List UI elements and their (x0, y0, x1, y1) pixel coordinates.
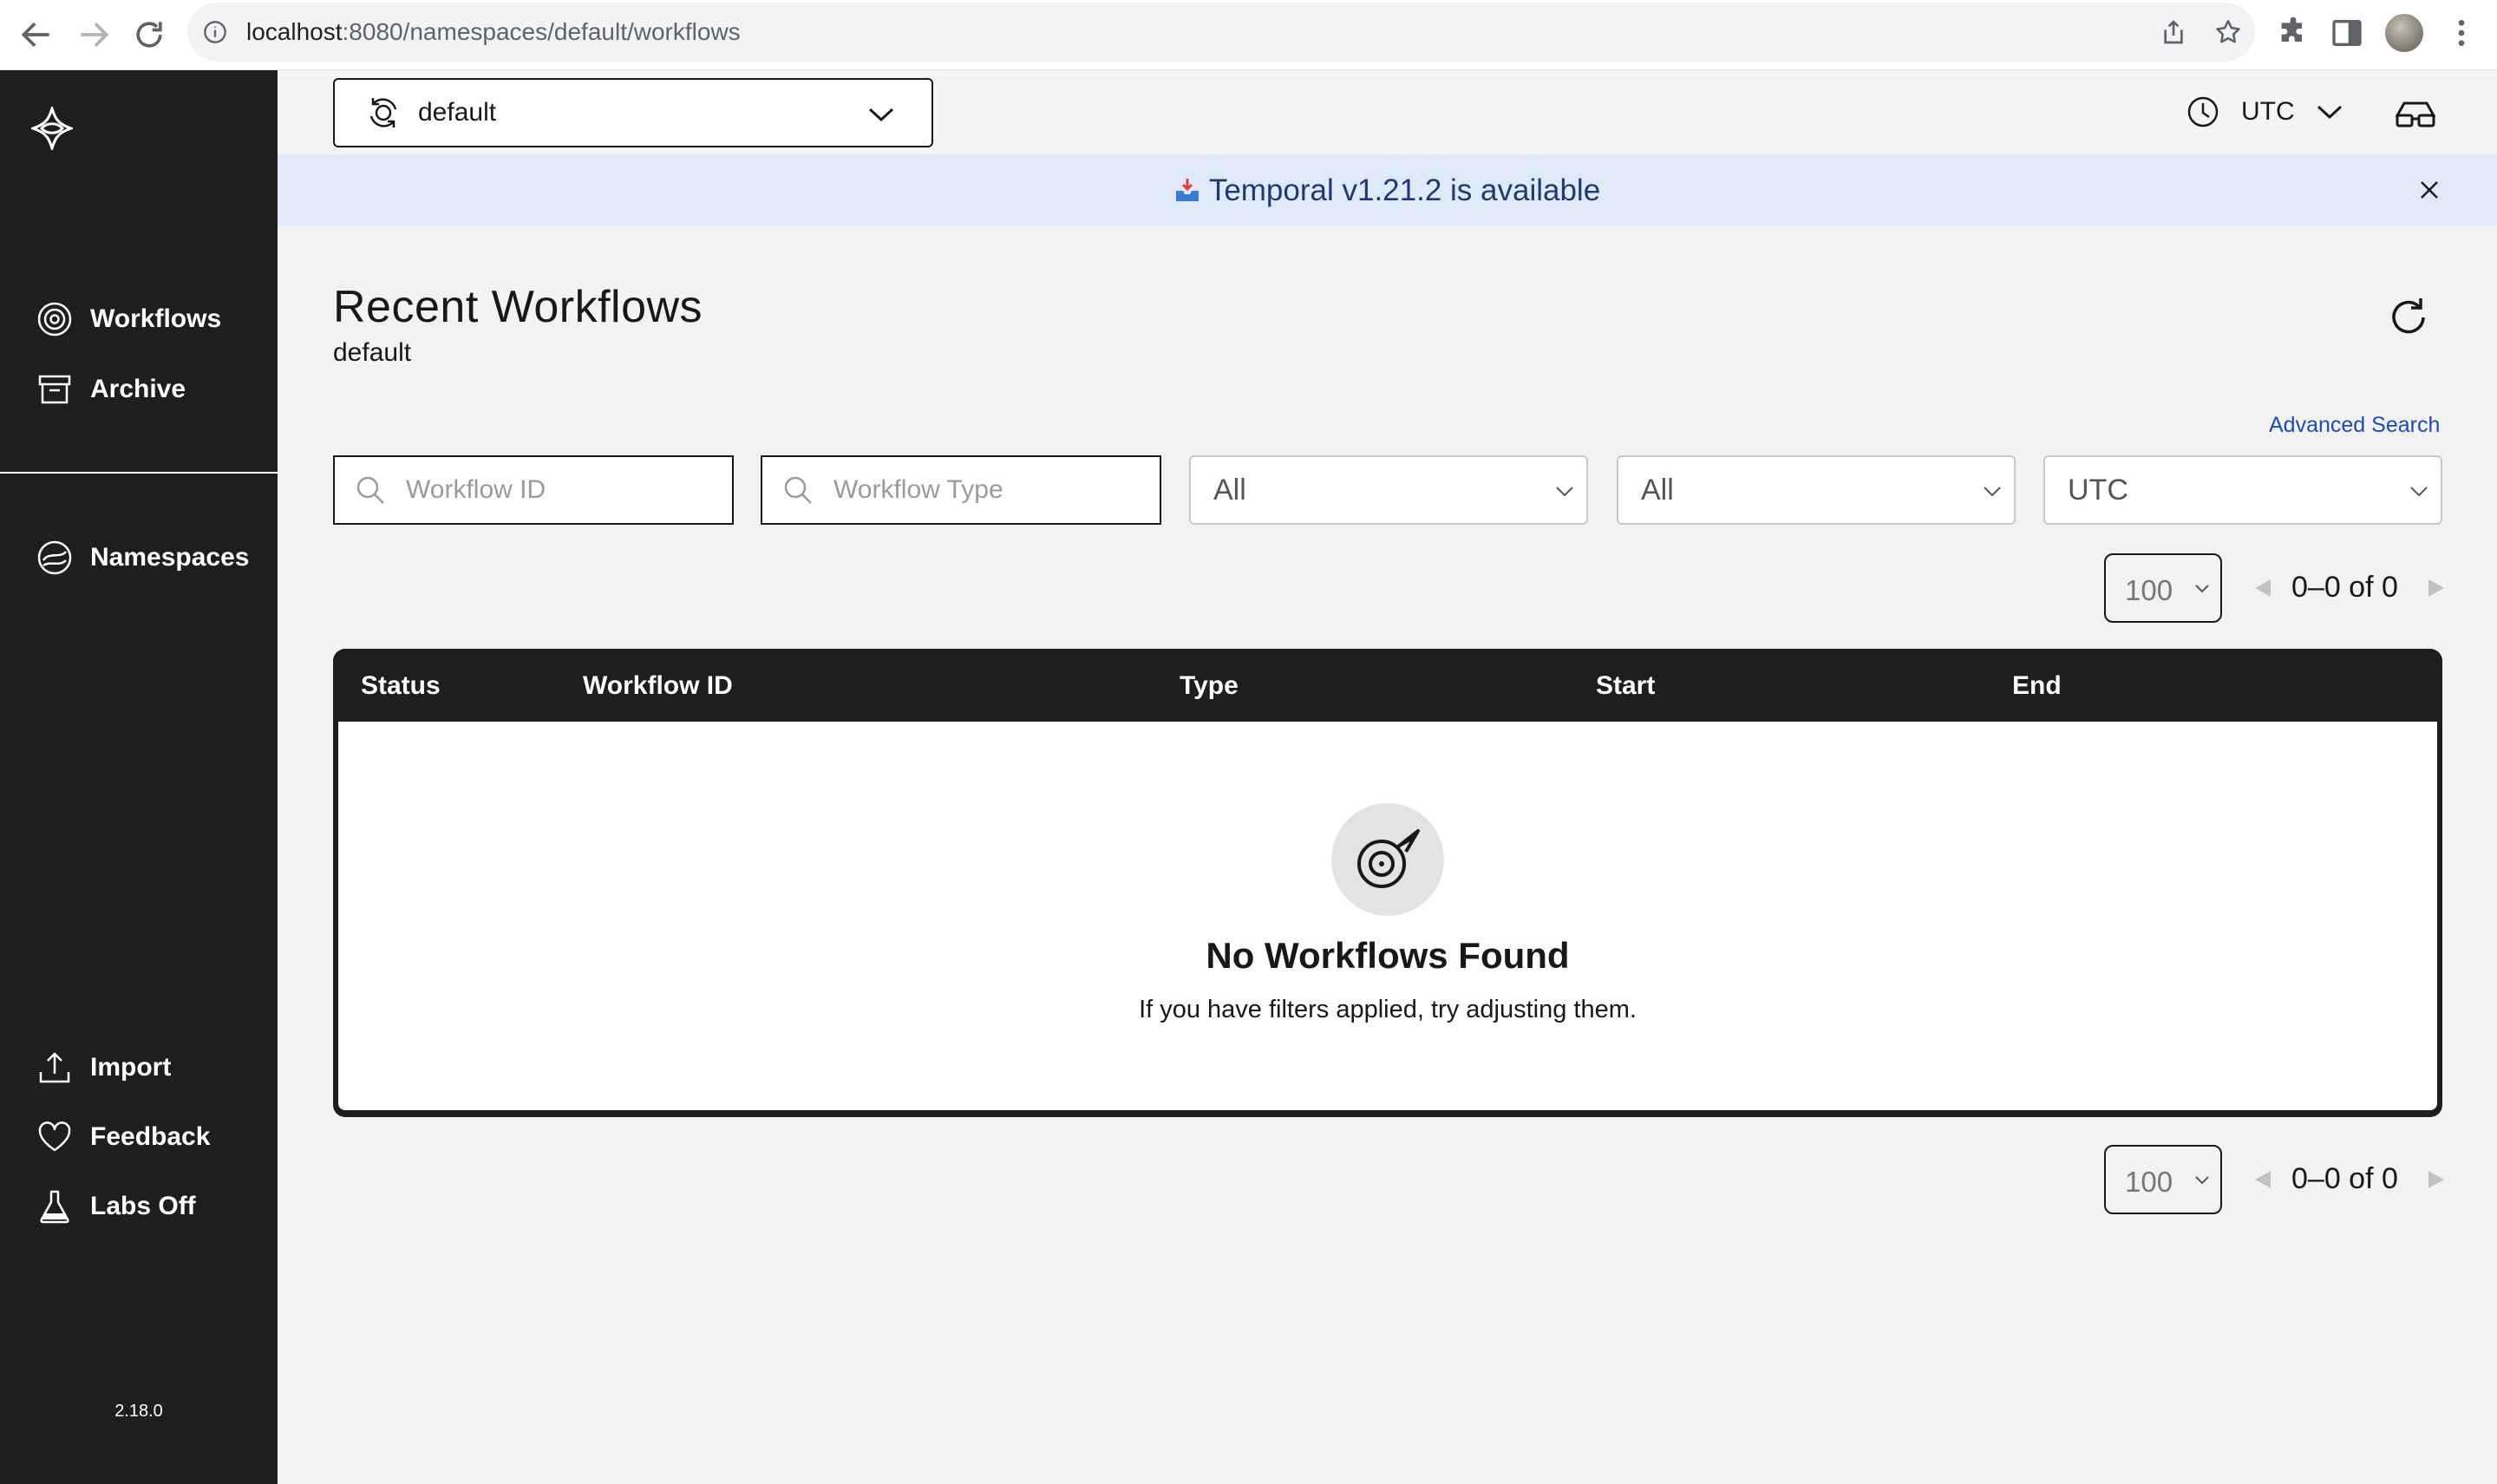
workflow-type-search[interactable] (761, 455, 1161, 525)
update-banner: Temporal v1.21.2 is available (278, 154, 2497, 226)
table-body: No Workflows Found If you have filters a… (338, 722, 2437, 1110)
update-banner-text: Temporal v1.21.2 is available (1208, 173, 1601, 207)
table-header: Status Workflow ID Type Start End (333, 649, 2442, 722)
back-icon[interactable] (17, 16, 56, 54)
previous-page-icon[interactable] (2253, 578, 2272, 598)
sidebar-item-label: Namespaces (90, 543, 250, 572)
advanced-search-link[interactable]: Advanced Search (2269, 413, 2440, 438)
workflows-table: Status Workflow ID Type Start End No Wor… (333, 649, 2442, 1117)
chevron-down-icon (2410, 487, 2428, 497)
heart-icon (38, 1121, 71, 1152)
time-range-filter-select[interactable]: All (1617, 455, 2016, 525)
sidebar-item-label: Archive (90, 375, 186, 403)
timezone-dropdown[interactable]: UTC (2186, 89, 2343, 134)
workflow-type-input[interactable] (833, 475, 1146, 505)
flask-icon (40, 1190, 69, 1224)
chevron-down-icon (1556, 487, 1573, 497)
sidebar-item-label: Labs Off (90, 1192, 196, 1220)
url-text[interactable]: localhost:8080/namespaces/default/workfl… (246, 18, 741, 46)
chevron-down-icon (868, 108, 894, 122)
page-range: 0–0 of 0 (2291, 1162, 2398, 1195)
page-size-value: 100 (2125, 1166, 2173, 1198)
empty-state-badge (1331, 803, 1444, 916)
column-header-workflow-id: Workflow ID (583, 671, 733, 700)
sidebar-item-feedback[interactable]: Feedback (36, 1116, 210, 1158)
page-range: 0–0 of 0 (2291, 571, 2398, 604)
update-banner-text-row: Temporal v1.21.2 is available (278, 173, 2497, 208)
status-filter-select[interactable]: All (1189, 455, 1588, 525)
pagination-top: 100 0–0 of 0 (2104, 553, 2444, 623)
empty-state-subtitle: If you have filters applied, try adjusti… (1139, 996, 1637, 1023)
browser-menu-icon[interactable] (2444, 16, 2479, 50)
bookmark-star-icon[interactable] (2213, 17, 2243, 47)
comet-icon (1357, 829, 1420, 888)
extensions-icon[interactable] (2276, 16, 2311, 50)
workflows-icon (37, 302, 72, 337)
chevron-down-icon (1984, 487, 2001, 497)
search-icon (784, 476, 812, 504)
search-icon (356, 476, 384, 504)
reload-icon[interactable] (130, 16, 168, 54)
main-content: Recent Workflows default Advanced Search… (278, 226, 2497, 1484)
status-filter-value: All (1213, 473, 1246, 507)
share-icon[interactable] (2160, 18, 2187, 46)
side-panel-icon[interactable] (2330, 16, 2364, 50)
refresh-icon[interactable] (2385, 293, 2432, 340)
namespaces-icon (37, 540, 72, 575)
next-page-icon[interactable] (2427, 1169, 2446, 1190)
time-range-filter-value: All (1641, 473, 1674, 507)
pagination-bottom: 100 0–0 of 0 (2104, 1145, 2444, 1214)
page-size-value: 100 (2125, 574, 2173, 606)
workflow-id-search[interactable] (333, 455, 734, 525)
sidebar-item-import[interactable]: Import (36, 1047, 171, 1088)
sidebar-item-label: Workflows (90, 304, 222, 333)
sidebar-item-archive[interactable]: Archive (36, 369, 186, 410)
timezone-filter-select[interactable]: UTC (2043, 455, 2442, 525)
sidebar-item-labs[interactable]: Labs Off (36, 1186, 196, 1227)
namespace-select[interactable]: default (333, 78, 933, 147)
page-title: Recent Workflows (333, 282, 703, 332)
profile-avatar[interactable] (2385, 14, 2423, 52)
sidebar-item-label: Feedback (90, 1122, 211, 1151)
sidebar-item-namespaces[interactable]: Namespaces (36, 537, 249, 579)
clock-icon (2187, 96, 2219, 127)
temporal-logo-icon[interactable] (31, 107, 73, 150)
workflow-id-input[interactable] (406, 475, 718, 505)
page-size-select[interactable]: 100 (2104, 1145, 2222, 1214)
empty-state-title: No Workflows Found (1206, 935, 1570, 976)
sidebar-item-workflows[interactable]: Workflows (36, 298, 221, 340)
archive-icon (38, 375, 71, 404)
timezone-label: UTC (2241, 97, 2295, 126)
top-bar: default UTC (278, 70, 2497, 154)
close-icon[interactable] (2415, 175, 2444, 205)
timezone-filter-value: UTC (2068, 473, 2128, 507)
chevron-down-icon (2195, 585, 2209, 593)
inbox-tray-icon (1175, 179, 1199, 201)
url-path: :8080/namespaces/default/workflows (342, 18, 741, 45)
url-host: localhost (246, 18, 343, 45)
column-header-start: Start (1596, 671, 1656, 700)
sidebar-item-label: Import (90, 1053, 172, 1082)
forward-icon[interactable] (75, 16, 113, 54)
previous-page-icon[interactable] (2253, 1169, 2272, 1190)
page-subtitle: default (333, 338, 412, 367)
site-info-icon[interactable] (203, 20, 227, 44)
address-bar[interactable]: localhost:8080/namespaces/default/workfl… (187, 3, 2255, 62)
chevron-down-icon (2317, 105, 2342, 120)
next-page-icon[interactable] (2427, 578, 2446, 598)
upload-icon (39, 1052, 70, 1083)
namespace-switch-icon (369, 98, 397, 127)
browser-toolbar: localhost:8080/namespaces/default/workfl… (0, 0, 2497, 70)
column-header-type: Type (1180, 671, 1239, 700)
sidebar: Workflows Archive Namespaces Import Feed… (0, 70, 278, 1484)
chevron-down-icon (2195, 1176, 2209, 1185)
column-header-status: Status (361, 671, 441, 700)
sidebar-divider (0, 472, 278, 474)
data-encoder-glasses-icon[interactable] (2394, 96, 2437, 131)
column-header-end: End (2012, 671, 2062, 700)
app-version: 2.18.0 (114, 1402, 163, 1421)
namespace-value: default (418, 98, 497, 127)
page-size-select[interactable]: 100 (2104, 553, 2222, 623)
